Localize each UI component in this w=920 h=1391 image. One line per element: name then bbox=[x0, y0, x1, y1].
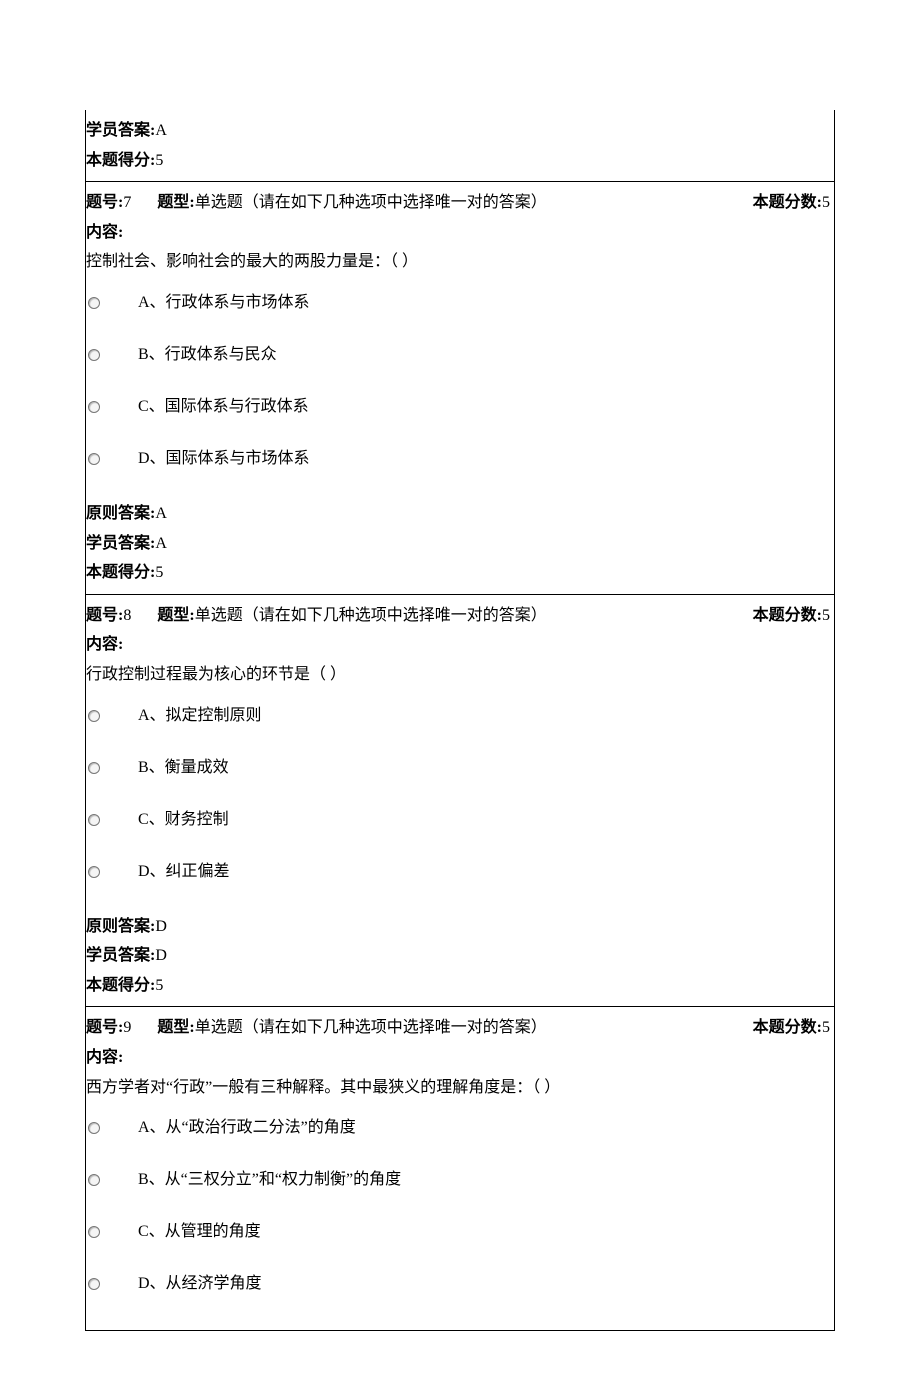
option-text: C、财务控制 bbox=[138, 808, 229, 832]
radio-icon[interactable] bbox=[88, 349, 100, 361]
option-c[interactable]: C、财务控制 bbox=[86, 794, 834, 846]
option-text: B、衡量成效 bbox=[138, 756, 229, 780]
option-c[interactable]: C、国际体系与行政体系 bbox=[86, 381, 834, 433]
option-d[interactable]: D、纠正偏差 bbox=[86, 846, 834, 898]
question-header: 题号:7 题型:单选题（请在如下几种选项中选择唯一对的答案） 本题分数:5 bbox=[86, 188, 834, 218]
content-label: 内容: bbox=[86, 1043, 834, 1073]
content-label: 内容: bbox=[86, 630, 834, 660]
question-block-8: 题号:8 题型:单选题（请在如下几种选项中选择唯一对的答案） 本题分数:5 内容… bbox=[86, 594, 834, 1007]
option-a[interactable]: A、行政体系与市场体系 bbox=[86, 277, 834, 329]
option-text: B、行政体系与民众 bbox=[138, 343, 277, 367]
radio-icon[interactable] bbox=[88, 1122, 100, 1134]
option-text: B、从“三权分立”和“权力制衡”的角度 bbox=[138, 1168, 401, 1192]
user-answer-value: D bbox=[155, 947, 167, 964]
ref-answer-value: A bbox=[155, 505, 167, 522]
radio-icon[interactable] bbox=[88, 814, 100, 826]
score-earned: 本题得分:5 bbox=[86, 971, 834, 1001]
question-block-9: 题号:9 题型:单选题（请在如下几种选项中选择唯一对的答案） 本题分数:5 内容… bbox=[86, 1006, 834, 1330]
option-text: D、国际体系与市场体系 bbox=[138, 447, 310, 471]
question-stem: 西方学者对“行政”一般有三种解释。其中最狭义的理解角度是：（ ） bbox=[86, 1073, 834, 1103]
option-text: A、拟定控制原则 bbox=[138, 704, 262, 728]
ref-answer: 原则答案:A bbox=[86, 499, 834, 529]
option-a[interactable]: A、拟定控制原则 bbox=[86, 690, 834, 742]
question-block-7: 题号:7 题型:单选题（请在如下几种选项中选择唯一对的答案） 本题分数:5 内容… bbox=[86, 181, 834, 594]
option-text: C、从管理的角度 bbox=[138, 1220, 261, 1244]
question-header: 题号:8 题型:单选题（请在如下几种选项中选择唯一对的答案） 本题分数:5 bbox=[86, 601, 834, 631]
question-header: 题号:9 题型:单选题（请在如下几种选项中选择唯一对的答案） 本题分数:5 bbox=[86, 1013, 834, 1043]
option-c[interactable]: C、从管理的角度 bbox=[86, 1206, 834, 1258]
question-table: 学员答案:A 本题得分:5 题号:7 题型:单选题（请在如下几种选项中选择唯一对… bbox=[85, 110, 835, 1331]
ref-answer-value: D bbox=[155, 918, 167, 935]
radio-icon[interactable] bbox=[88, 1278, 100, 1290]
option-text: C、国际体系与行政体系 bbox=[138, 395, 309, 419]
prev-answer-block: 学员答案:A 本题得分:5 bbox=[86, 110, 834, 181]
user-answer-value: A bbox=[155, 535, 167, 552]
option-b[interactable]: B、从“三权分立”和“权力制衡”的角度 bbox=[86, 1154, 834, 1206]
radio-icon[interactable] bbox=[88, 297, 100, 309]
radio-icon[interactable] bbox=[88, 1174, 100, 1186]
option-text: A、行政体系与市场体系 bbox=[138, 291, 310, 315]
radio-icon[interactable] bbox=[88, 710, 100, 722]
user-answer: 学员答案:A bbox=[86, 529, 834, 559]
radio-icon[interactable] bbox=[88, 762, 100, 774]
score-earned: 本题得分:5 bbox=[86, 558, 834, 588]
question-stem: 控制社会、影响社会的最大的两股力量是：（ ） bbox=[86, 247, 834, 277]
radio-icon[interactable] bbox=[88, 453, 100, 465]
option-text: D、从经济学角度 bbox=[138, 1272, 262, 1296]
question-type: 题型:单选题（请在如下几种选项中选择唯一对的答案） bbox=[157, 190, 752, 216]
question-score: 本题分数:5 bbox=[753, 190, 830, 216]
radio-icon[interactable] bbox=[88, 866, 100, 878]
question-type: 题型:单选题（请在如下几种选项中选择唯一对的答案） bbox=[157, 1015, 752, 1041]
prev-user-answer-value: A bbox=[155, 122, 167, 139]
ref-answer: 原则答案:D bbox=[86, 912, 834, 942]
question-score: 本题分数:5 bbox=[753, 1015, 830, 1041]
radio-icon[interactable] bbox=[88, 401, 100, 413]
score-earned-value: 5 bbox=[155, 977, 163, 994]
score-earned-label: 本题得分: bbox=[86, 152, 155, 169]
question-score: 本题分数:5 bbox=[753, 603, 830, 629]
content-label: 内容: bbox=[86, 218, 834, 248]
question-number: 题号:7 bbox=[86, 190, 131, 216]
user-answer-label: 学员答案: bbox=[86, 122, 155, 139]
prev-score-earned: 本题得分:5 bbox=[86, 146, 834, 176]
option-a[interactable]: A、从“政治行政二分法”的角度 bbox=[86, 1102, 834, 1154]
option-b[interactable]: B、行政体系与民众 bbox=[86, 329, 834, 381]
option-text: A、从“政治行政二分法”的角度 bbox=[138, 1116, 356, 1140]
question-number: 题号:8 bbox=[86, 603, 131, 629]
question-stem: 行政控制过程最为核心的环节是（ ） bbox=[86, 660, 834, 690]
score-earned-value: 5 bbox=[155, 564, 163, 581]
question-number: 题号:9 bbox=[86, 1015, 131, 1041]
option-b[interactable]: B、衡量成效 bbox=[86, 742, 834, 794]
user-answer: 学员答案:D bbox=[86, 941, 834, 971]
prev-user-answer: 学员答案:A bbox=[86, 116, 834, 146]
question-type: 题型:单选题（请在如下几种选项中选择唯一对的答案） bbox=[157, 603, 752, 629]
option-d[interactable]: D、从经济学角度 bbox=[86, 1258, 834, 1310]
option-text: D、纠正偏差 bbox=[138, 860, 230, 884]
option-d[interactable]: D、国际体系与市场体系 bbox=[86, 433, 834, 485]
radio-icon[interactable] bbox=[88, 1226, 100, 1238]
prev-score-earned-value: 5 bbox=[155, 152, 163, 169]
